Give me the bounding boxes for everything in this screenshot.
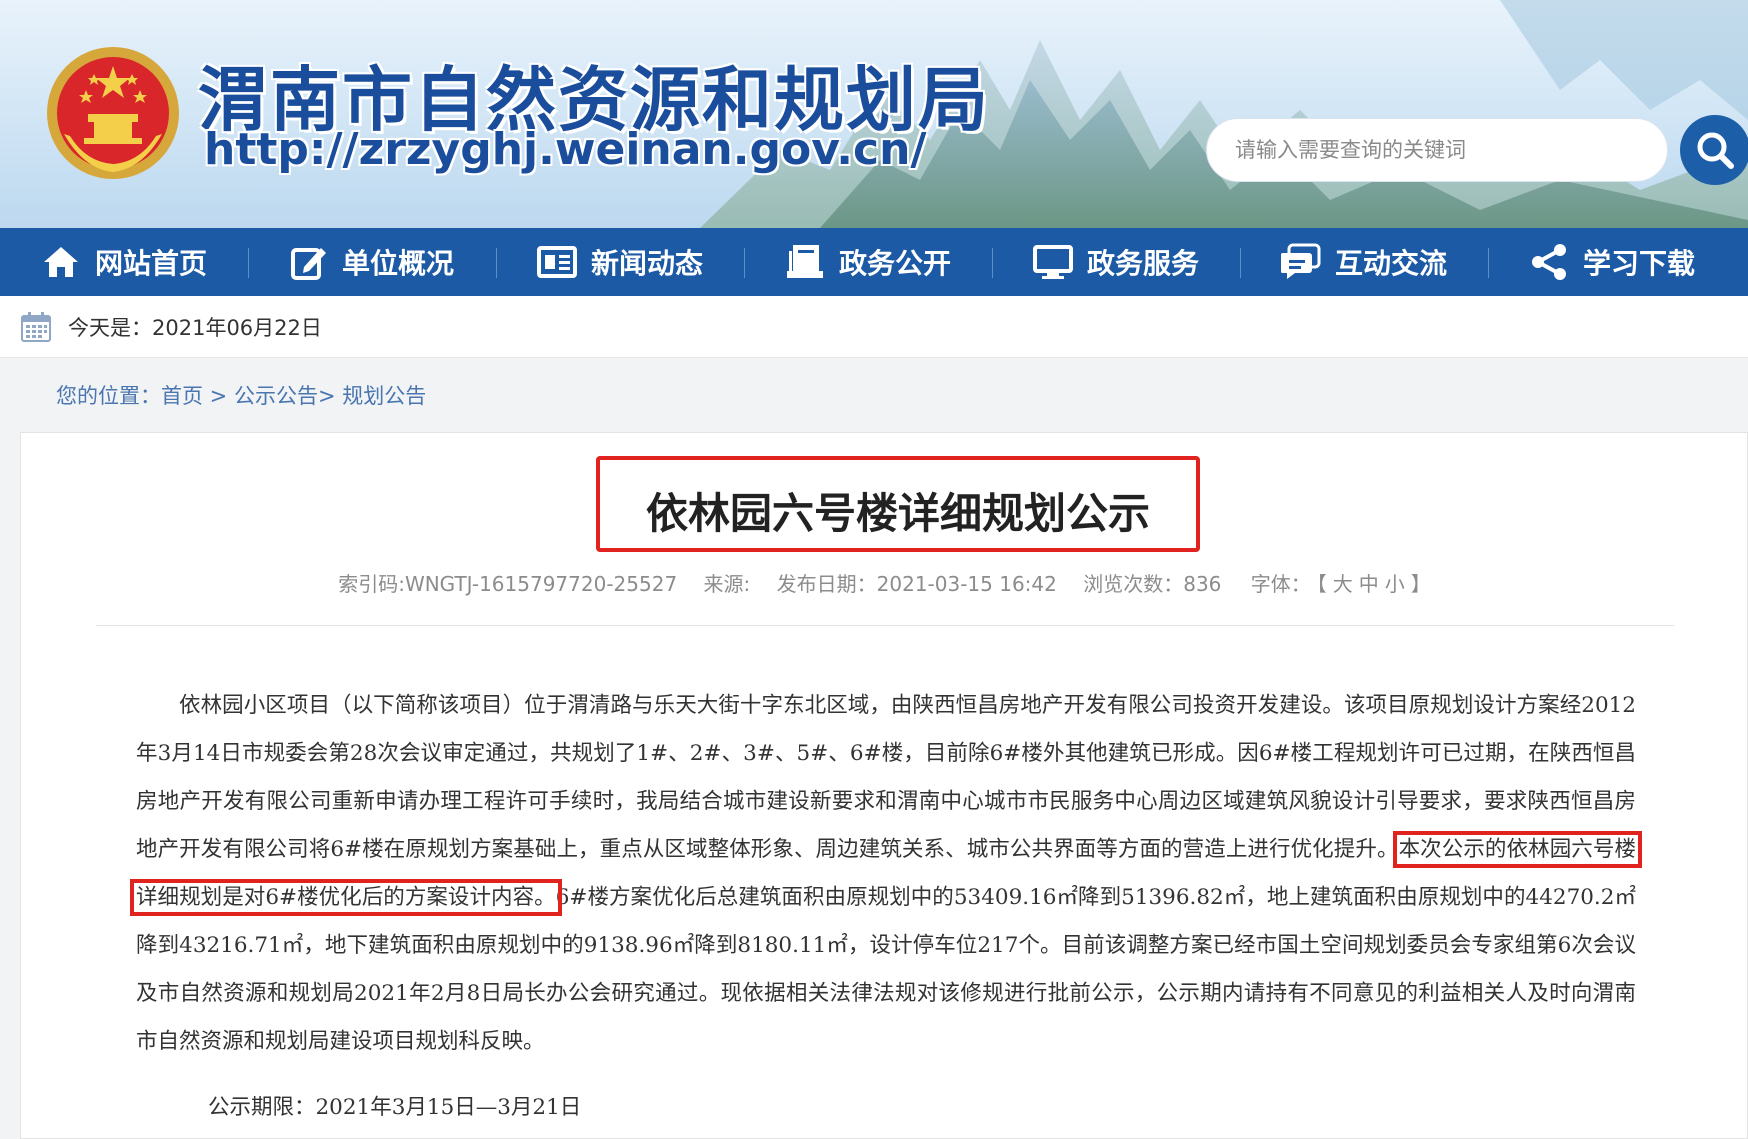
share-icon (1531, 244, 1566, 280)
header-banner: 渭南市自然资源和规划局 http://zrzyghj.weinan.gov.cn… (0, 0, 1748, 228)
font-label: 字体： (1250, 572, 1311, 596)
book-icon (786, 245, 823, 278)
breadcrumb-separator: > (203, 384, 234, 408)
font-medium-link[interactable]: 中 (1359, 572, 1379, 596)
publish-date: 发布日期：2021-03-15 16:42 (776, 572, 1057, 596)
article-body: 依林园小区项目（以下简称该项目）位于渭清路与乐天大街十字东北区域，由陕西恒昌房地… (130, 682, 1642, 1066)
nav-item-gov-open[interactable]: 政务公开 (744, 228, 992, 296)
nav-label: 新闻动态 (590, 247, 703, 280)
nav-item-interaction[interactable]: 互动交流 (1240, 228, 1488, 296)
nav-label: 政务服务 (1086, 247, 1199, 280)
monitor-icon (1032, 245, 1073, 279)
meta-divider (96, 625, 1674, 626)
site-url[interactable]: http://zrzyghj.weinan.gov.cn/ (204, 124, 926, 175)
date-bar: 今天是：2021年06月22日 (0, 296, 1748, 358)
view-count: 浏览次数：836 (1083, 572, 1222, 596)
nav-label: 互动交流 (1334, 247, 1447, 280)
font-bracket-open: 【 (1316, 572, 1327, 596)
article-meta: 索引码:WNGTJ-1615797720-25527 来源: 发布日期：2021… (96, 568, 1676, 597)
breadcrumb-home[interactable]: 首页 (161, 384, 203, 408)
article-paragraph: 依林园小区项目（以下简称该项目）位于渭清路与乐天大街十字东北区域，由陕西恒昌房地… (130, 682, 1642, 1066)
nav-label: 学习下载 (1582, 247, 1695, 280)
nav-label: 单位概况 (341, 247, 454, 280)
news-icon (536, 246, 577, 278)
search-input[interactable]: 请输入需要查询的关键词 (1206, 118, 1668, 182)
breadcrumb-prefix: 您的位置： (56, 384, 161, 408)
source: 来源: (703, 572, 751, 596)
nav-label: 政务公开 (838, 247, 951, 280)
breadcrumb-planning[interactable]: 规划公告 (342, 384, 426, 408)
index-code: 索引码:WNGTJ-1615797720-25527 (338, 572, 678, 596)
breadcrumb: 您的位置：首页 > 公示公告> 规划公告 (56, 380, 426, 410)
search-button[interactable] (1680, 115, 1748, 185)
breadcrumb-notices[interactable]: 公示公告 (234, 384, 318, 408)
nav-item-overview[interactable]: 单位概况 (248, 228, 496, 296)
breadcrumb-separator: > (317, 384, 343, 408)
national-emblem-icon (47, 47, 179, 179)
edit-icon (290, 248, 326, 280)
body-text: 6#楼方案优化后总建筑面积由原规划中的53409.16㎡降到51396.82㎡，… (136, 885, 1636, 1054)
font-large-link[interactable]: 大 (1333, 572, 1353, 596)
nav-item-downloads[interactable]: 学习下载 (1488, 228, 1736, 296)
main-nav: 网站首页 单位概况 新闻动态 政务公开 政务服务 互动交流 学习下载 (0, 228, 1748, 296)
home-icon (43, 247, 78, 277)
chat-icon (1280, 243, 1321, 279)
today-date: 今天是：2021年06月22日 (68, 315, 322, 340)
font-bracket-close: 】 (1410, 572, 1431, 596)
nav-item-gov-service[interactable]: 政务服务 (992, 228, 1240, 296)
font-size-controls: 字体：【大中小】 (1248, 572, 1434, 596)
font-small-link[interactable]: 小 (1385, 572, 1405, 596)
nav-item-news[interactable]: 新闻动态 (496, 228, 744, 296)
search-icon (1697, 132, 1734, 169)
calendar-icon (21, 311, 51, 342)
notice-period: 公示期限：2021年3月15日—3月21日 (208, 1095, 582, 1120)
article-title: 依林园六号楼详细规划公示 (645, 489, 1150, 538)
nav-item-home[interactable]: 网站首页 (0, 228, 248, 296)
nav-label: 网站首页 (94, 247, 207, 280)
